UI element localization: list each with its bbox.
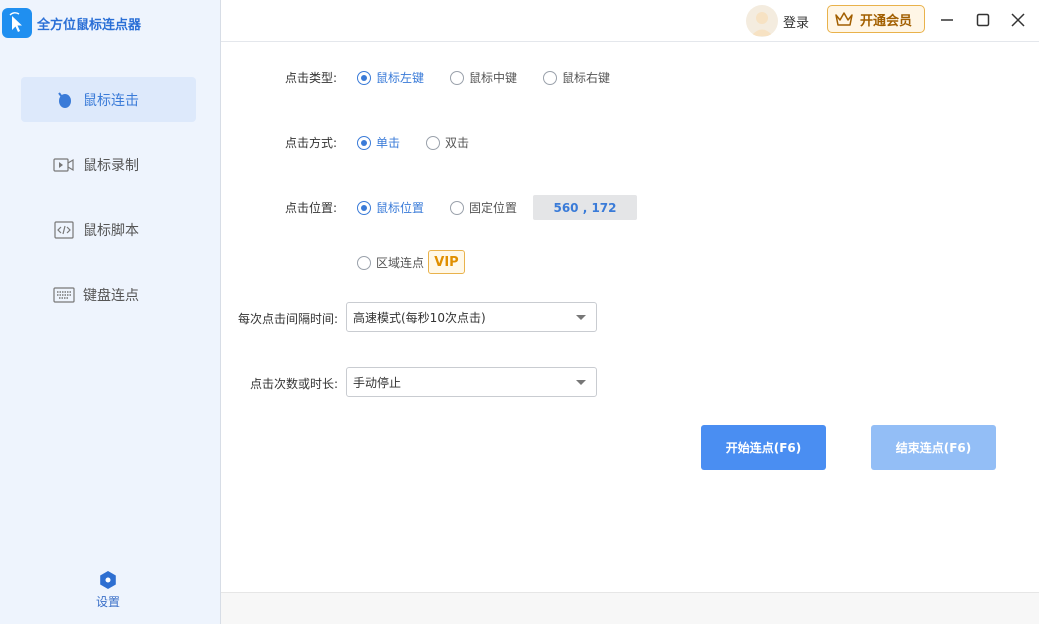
main-panel: 点击类型: 鼠标左键 鼠标中键 鼠标右键 点击方式: 单击 双击 点击位置: 鼠…	[221, 42, 1039, 592]
chevron-down-icon	[576, 315, 586, 320]
chevron-down-icon	[576, 380, 586, 385]
open-vip-label: 开通会员	[860, 13, 913, 29]
stop-click-button[interactable]: 结束连点(F6)	[871, 425, 996, 470]
sidebar-item-keyboard-click[interactable]: 键盘连点	[21, 272, 196, 317]
radio-middle-button[interactable]: 鼠标中键	[450, 69, 517, 86]
count-label: 点击次数或时长:	[250, 377, 339, 391]
radio-unchecked-icon	[450, 200, 464, 215]
interval-value: 高速模式(每秒10次点击)	[353, 310, 486, 325]
radio-label: 鼠标左键	[376, 71, 425, 85]
video-record-icon	[53, 157, 75, 173]
count-select[interactable]: 手动停止	[346, 367, 597, 397]
radio-double-click[interactable]: 双击	[426, 134, 469, 151]
click-type-label: 点击类型:	[285, 71, 338, 85]
sidebar-item-label: 鼠标脚本	[83, 222, 139, 239]
interval-label: 每次点击间隔时间:	[238, 312, 339, 326]
radio-label: 双击	[445, 136, 470, 150]
app-logo: 全方位鼠标连点器	[2, 8, 141, 38]
gear-icon	[98, 570, 118, 590]
radio-unchecked-icon	[426, 135, 440, 150]
radio-unchecked-icon	[450, 70, 464, 85]
mouse-icon	[53, 91, 75, 108]
interval-select[interactable]: 高速模式(每秒10次点击)	[346, 302, 597, 332]
maximize-icon	[976, 13, 990, 27]
close-button[interactable]	[1008, 10, 1028, 30]
settings-button[interactable]: 设置	[85, 570, 131, 610]
radio-fixed-position[interactable]: 固定位置	[450, 199, 517, 216]
radio-label: 单击	[376, 136, 401, 150]
code-icon	[53, 220, 75, 239]
keyboard-icon	[53, 286, 75, 303]
sidebar-item-label: 键盘连点	[83, 287, 139, 304]
radio-single-click[interactable]: 单击	[357, 134, 400, 151]
minimize-button[interactable]	[937, 10, 957, 30]
settings-label: 设置	[95, 595, 120, 609]
radio-left-button[interactable]: 鼠标左键	[357, 69, 424, 86]
radio-mouse-position[interactable]: 鼠标位置	[357, 199, 424, 216]
radio-label: 鼠标右键	[562, 71, 611, 85]
click-position-label: 点击位置:	[285, 201, 338, 215]
login-link[interactable]: 登录	[783, 12, 809, 31]
minimize-icon	[941, 19, 953, 21]
sidebar-item-mouse-click[interactable]: 鼠标连击	[21, 77, 196, 122]
close-icon	[1011, 13, 1025, 27]
crown-icon	[834, 11, 854, 27]
open-vip-button[interactable]: 开通会员	[827, 5, 925, 33]
maximize-button[interactable]	[973, 10, 993, 30]
radio-label: 区域连点	[376, 256, 425, 270]
vip-badge: VIP	[428, 250, 465, 274]
click-mode-label: 点击方式:	[285, 136, 338, 150]
start-click-button[interactable]: 开始连点(F6)	[701, 425, 826, 470]
count-value: 手动停止	[353, 375, 402, 390]
radio-label: 鼠标位置	[376, 201, 425, 215]
sidebar-item-label: 鼠标连击	[83, 92, 139, 109]
cursor-click-icon	[2, 8, 32, 38]
sidebar-item-mouse-script[interactable]: 鼠标脚本	[21, 207, 196, 252]
radio-checked-icon	[357, 200, 371, 215]
radio-checked-icon	[357, 70, 371, 85]
radio-unchecked-icon	[543, 70, 557, 85]
radio-label: 鼠标中键	[469, 71, 518, 85]
status-bar	[221, 592, 1039, 624]
radio-right-button[interactable]: 鼠标右键	[543, 69, 610, 86]
sidebar-item-label: 鼠标录制	[83, 157, 139, 174]
radio-unchecked-icon	[357, 255, 371, 270]
app-title: 全方位鼠标连点器	[37, 17, 142, 33]
radio-checked-icon	[357, 135, 371, 150]
radio-area-click[interactable]: 区域连点	[357, 254, 424, 271]
avatar[interactable]	[746, 5, 778, 37]
title-bar: 登录 开通会员	[221, 0, 1039, 42]
coordinate-display: 560 , 172	[533, 195, 637, 220]
sidebar-item-mouse-record[interactable]: 鼠标录制	[21, 142, 196, 187]
radio-label: 固定位置	[469, 201, 518, 215]
sidebar: 全方位鼠标连点器 鼠标连击 鼠标录制 鼠标脚本 键盘连点 设置	[0, 0, 221, 624]
